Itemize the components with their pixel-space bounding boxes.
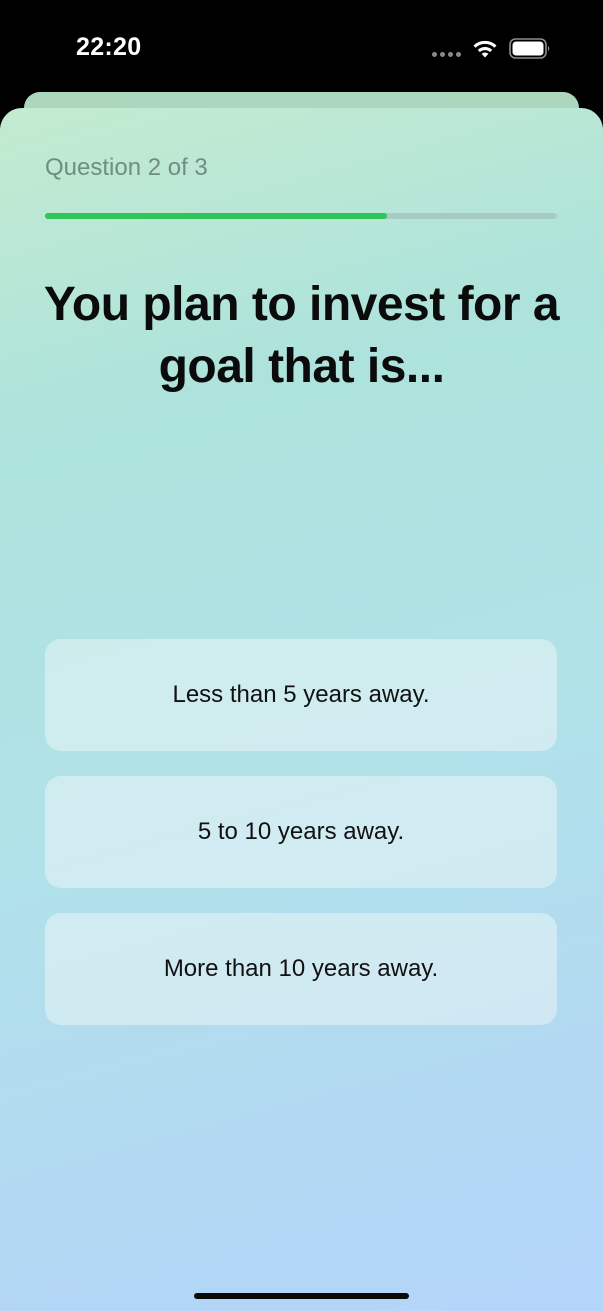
answer-option-5-to-10-years[interactable]: 5 to 10 years away. — [45, 776, 557, 888]
quiz-sheet: Question 2 of 3 You plan to invest for a… — [0, 108, 603, 1311]
answer-option-less-than-5-years[interactable]: Less than 5 years away. — [45, 639, 557, 751]
answer-option-label: Less than 5 years away. — [172, 681, 430, 708]
home-indicator[interactable] — [194, 1293, 409, 1299]
battery-icon — [509, 38, 550, 59]
answer-option-label: 5 to 10 years away. — [197, 818, 405, 845]
status-bar: 22:20 — [0, 0, 603, 96]
question-counter: Question 2 of 3 — [45, 154, 208, 181]
answer-options: Less than 5 years away. 5 to 10 years aw… — [45, 639, 557, 1050]
signal-icon — [432, 52, 461, 57]
answer-option-label: More than 10 years away. — [163, 955, 439, 982]
status-time: 22:20 — [76, 33, 142, 61]
app-screen: 22:20 Question 2 of 3 You plan to invest… — [0, 0, 603, 1311]
progress-bar-fill — [45, 213, 387, 219]
question-title: You plan to invest for a goal that is... — [43, 278, 560, 393]
wifi-icon — [473, 40, 497, 58]
answer-option-more-than-10-years[interactable]: More than 10 years away. — [45, 913, 557, 1025]
progress-bar — [45, 213, 557, 219]
